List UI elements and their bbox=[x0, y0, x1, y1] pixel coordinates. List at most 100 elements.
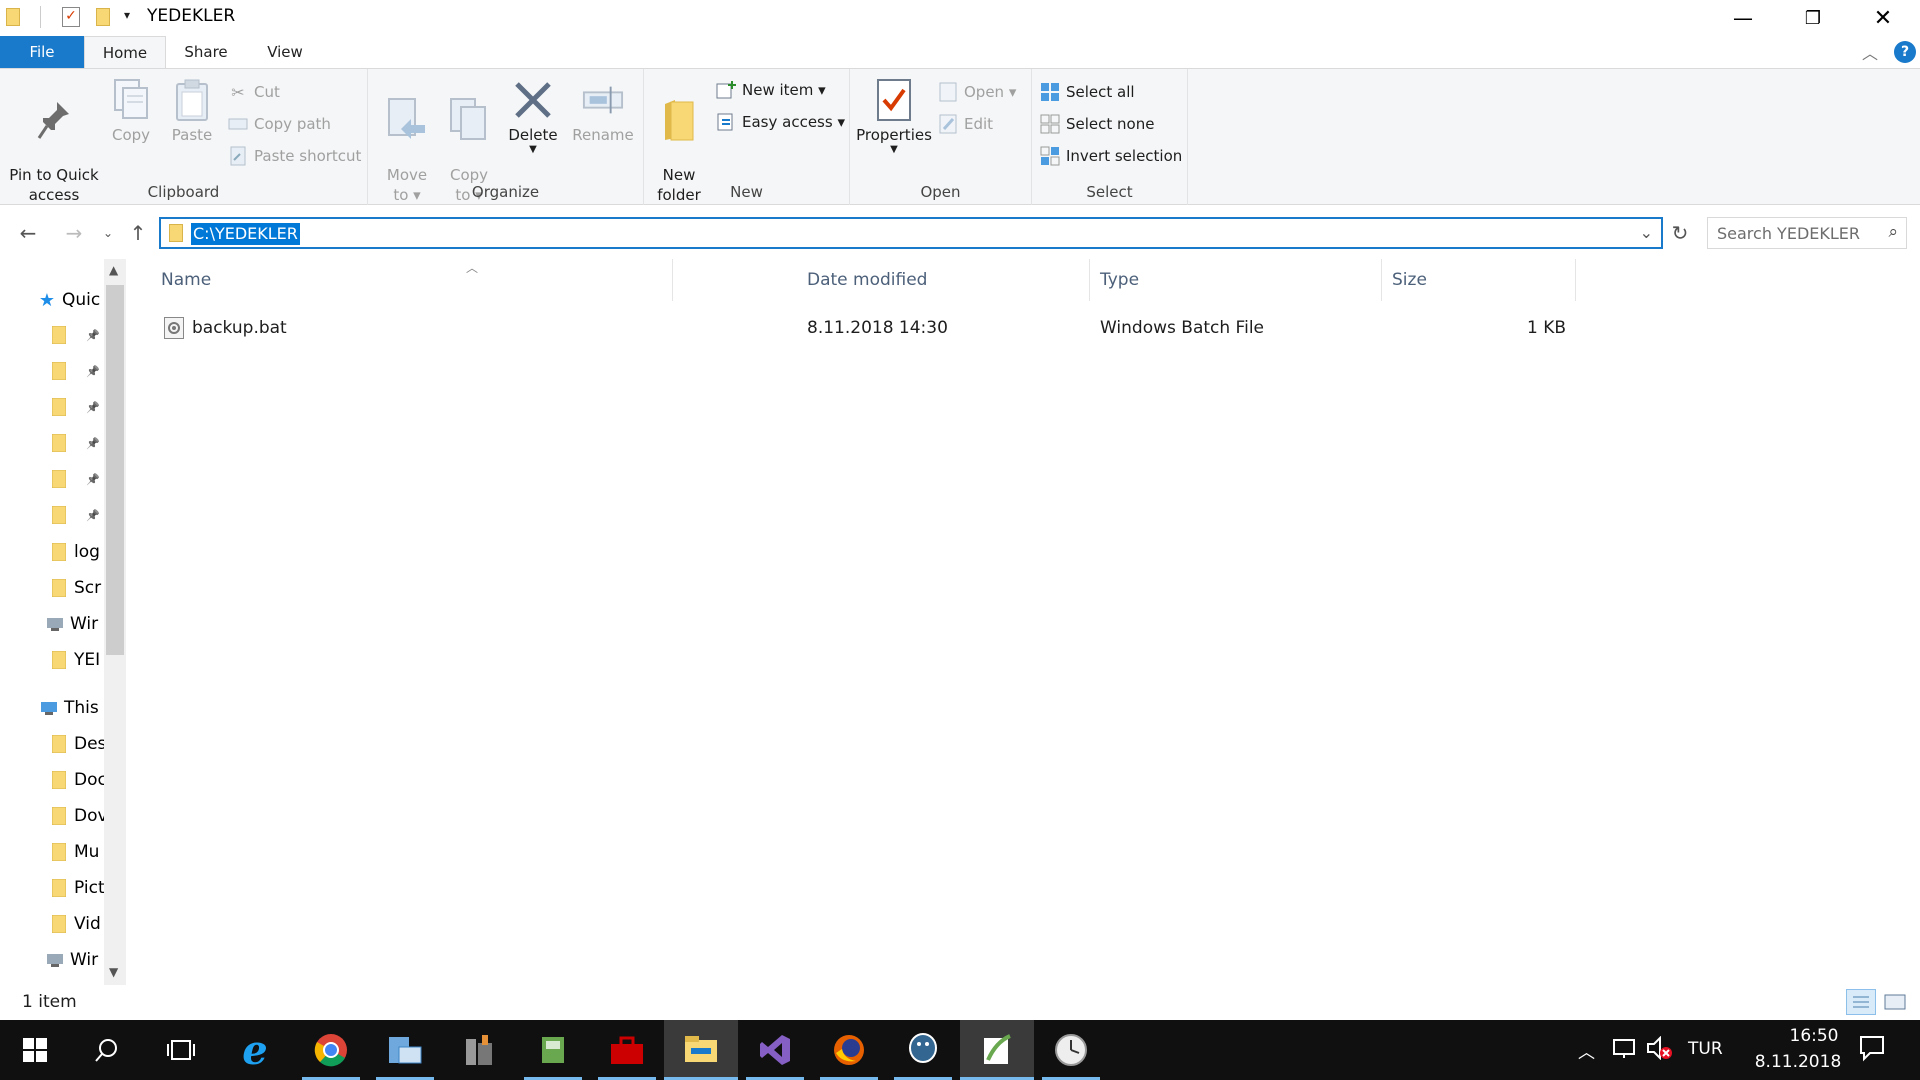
server-manager-icon[interactable] bbox=[368, 1020, 442, 1080]
edit-pencil-icon bbox=[938, 114, 958, 134]
invert-selection-button[interactable]: Invert selection bbox=[1040, 143, 1182, 169]
recent-locations-icon[interactable]: ⌄ bbox=[94, 219, 122, 247]
address-bar[interactable]: C:\YEDEKLER ⌄ bbox=[159, 217, 1663, 249]
file-type: Windows Batch File bbox=[1100, 318, 1265, 338]
paste-shortcut-icon bbox=[228, 146, 248, 166]
toolbox-icon[interactable] bbox=[590, 1020, 664, 1080]
nav-item-label: This bbox=[64, 698, 99, 718]
clock-time[interactable]: 16:50 bbox=[1764, 1026, 1864, 1046]
select-all-button[interactable]: Select all bbox=[1040, 79, 1135, 105]
new-item-button[interactable]: New item ▾ bbox=[716, 77, 826, 103]
clock-date[interactable]: 8.11.2018 bbox=[1736, 1052, 1860, 1072]
delete-dropdown-icon[interactable]: ▼ bbox=[504, 145, 562, 155]
organize-group-label: Organize bbox=[471, 183, 540, 201]
minimize-ribbon-icon[interactable]: ︿ bbox=[1862, 40, 1878, 64]
open-button[interactable]: Open ▾ bbox=[938, 79, 1016, 105]
properties-button[interactable]: Properties ▼ bbox=[854, 77, 934, 155]
properties-quick-icon[interactable]: ✓ bbox=[62, 7, 80, 27]
postgresql-icon[interactable] bbox=[886, 1020, 960, 1080]
nav-item-label: Wir bbox=[70, 614, 99, 634]
address-dropdown-icon[interactable]: ⌄ bbox=[1640, 223, 1653, 242]
firefox-icon[interactable] bbox=[812, 1020, 886, 1080]
pinned-icon: 📌 bbox=[86, 328, 100, 342]
forward-arrow-icon[interactable]: → bbox=[60, 219, 88, 247]
cut-button[interactable]: ✂ Cut bbox=[228, 79, 280, 105]
notepad-plus-icon[interactable] bbox=[960, 1020, 1034, 1080]
address-path[interactable]: C:\YEDEKLER bbox=[191, 223, 300, 245]
search-taskbar-icon[interactable] bbox=[70, 1020, 144, 1080]
delete-x-icon bbox=[512, 77, 554, 123]
rename-button[interactable]: Rename bbox=[570, 77, 636, 145]
scroll-up-icon[interactable]: ▲ bbox=[109, 263, 118, 277]
delete-button[interactable]: Delete ▼ bbox=[504, 77, 562, 155]
rename-icon bbox=[582, 77, 624, 123]
start-button[interactable] bbox=[0, 1020, 70, 1080]
network-icon[interactable] bbox=[1612, 1038, 1638, 1065]
customize-toolbar-icon[interactable]: ▾ bbox=[124, 8, 130, 22]
organize-group: Move to ▾ Copy to ▾ Delete ▼ Rename Orga… bbox=[368, 69, 644, 205]
tab-file[interactable]: File bbox=[0, 36, 84, 68]
new-folder-quick-icon[interactable] bbox=[96, 8, 110, 26]
nav-item-label: Scr bbox=[74, 578, 102, 598]
up-arrow-icon[interactable]: ↑ bbox=[124, 219, 152, 247]
column-name[interactable]: Name bbox=[151, 259, 673, 301]
search-icon: ⌕ bbox=[1888, 222, 1898, 242]
copy-path-icon bbox=[228, 114, 248, 134]
copy-icon bbox=[110, 77, 152, 123]
folder-icon bbox=[169, 224, 183, 242]
edit-button[interactable]: Edit bbox=[938, 111, 993, 137]
clipboard-icon bbox=[171, 77, 213, 123]
refresh-icon[interactable]: ↻ bbox=[1666, 219, 1694, 247]
select-group-label: Select bbox=[1086, 183, 1133, 201]
input-language[interactable]: TUR bbox=[1688, 1039, 1723, 1059]
visual-studio-icon[interactable] bbox=[738, 1020, 812, 1080]
properties-dropdown-icon[interactable]: ▼ bbox=[854, 145, 934, 155]
file-name[interactable]: backup.bat bbox=[192, 313, 287, 343]
close-button[interactable]: ✕ bbox=[1848, 0, 1918, 36]
back-arrow-icon[interactable]: ← bbox=[14, 219, 42, 247]
large-icons-view-icon[interactable] bbox=[1882, 991, 1908, 1013]
column-size[interactable]: Size bbox=[1382, 259, 1576, 301]
app-green-icon[interactable] bbox=[516, 1020, 590, 1080]
tab-home[interactable]: Home bbox=[84, 36, 166, 69]
restore-button[interactable]: ❐ bbox=[1778, 0, 1848, 36]
file-size: 1 KB bbox=[1526, 318, 1566, 338]
file-explorer-icon[interactable] bbox=[664, 1020, 738, 1080]
search-placeholder: Search YEDEKLER bbox=[1717, 224, 1860, 243]
easy-access-button[interactable]: Easy access ▾ bbox=[716, 109, 845, 135]
task-scheduler-icon[interactable] bbox=[1034, 1020, 1108, 1080]
scrollbar-thumb[interactable] bbox=[106, 285, 124, 655]
scissors-icon: ✂ bbox=[231, 82, 245, 102]
tab-share[interactable]: Share bbox=[170, 36, 242, 68]
folder-icon bbox=[50, 326, 68, 344]
star-icon: ★ bbox=[38, 289, 56, 311]
volume-muted-icon[interactable] bbox=[1646, 1035, 1672, 1065]
help-icon[interactable]: ? bbox=[1894, 41, 1916, 63]
nav-scrollbar[interactable]: ▲ ▼ bbox=[104, 259, 126, 985]
chrome-icon[interactable] bbox=[294, 1020, 368, 1080]
copy-path-button[interactable]: Copy path bbox=[228, 111, 331, 137]
action-center-icon[interactable] bbox=[1858, 1034, 1886, 1067]
paste-shortcut-button[interactable]: Paste shortcut bbox=[228, 143, 361, 169]
search-box[interactable]: Search YEDEKLER ⌕ bbox=[1707, 217, 1907, 249]
computer-icon bbox=[40, 699, 58, 717]
minimize-button[interactable]: — bbox=[1708, 0, 1778, 36]
internet-explorer-icon[interactable]: e bbox=[218, 1020, 292, 1080]
select-none-button[interactable]: Select none bbox=[1040, 111, 1154, 137]
taskbar: e ︿ TUR 16:50 8.11.2018 bbox=[0, 1020, 1920, 1080]
folder-icon bbox=[6, 8, 20, 26]
copy-button[interactable]: Copy bbox=[104, 77, 158, 145]
task-view-icon[interactable] bbox=[144, 1020, 218, 1080]
column-date-modified[interactable]: Date modified bbox=[797, 259, 1090, 301]
column-type[interactable]: Type bbox=[1090, 259, 1382, 301]
clipboard-group-label: Clipboard bbox=[147, 183, 220, 201]
show-hidden-icons-icon[interactable]: ︿ bbox=[1578, 1038, 1595, 1063]
paste-button[interactable]: Paste bbox=[164, 77, 220, 145]
scroll-down-icon[interactable]: ▼ bbox=[109, 965, 118, 979]
pinned-icon: 📌 bbox=[86, 400, 100, 414]
details-view-icon[interactable] bbox=[1846, 989, 1876, 1015]
admin-tools-icon[interactable] bbox=[442, 1020, 516, 1080]
select-none-icon bbox=[1040, 114, 1060, 134]
tab-view[interactable]: View bbox=[250, 36, 320, 68]
invert-selection-icon bbox=[1040, 146, 1060, 166]
